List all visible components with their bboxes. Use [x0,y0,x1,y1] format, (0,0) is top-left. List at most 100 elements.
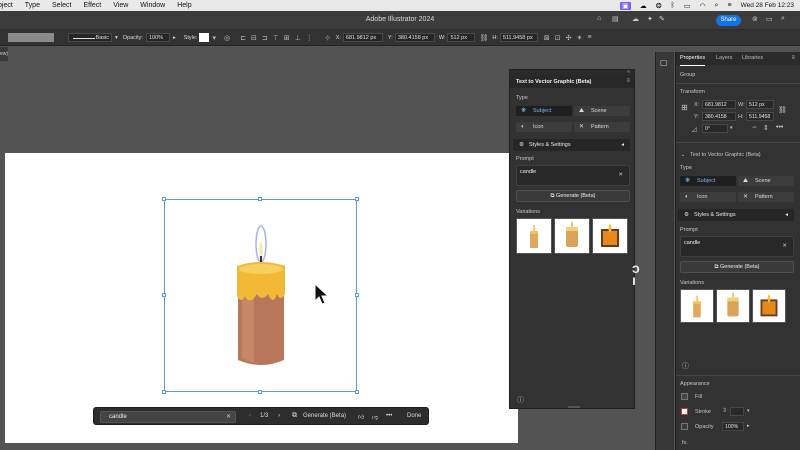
creative-cloud-icon[interactable]: ❂ [656,2,662,10]
type-scene-button[interactable]: ⛰ Scene [574,106,630,116]
minimize-icon[interactable]: ▭ [766,15,773,23]
isolate-icon[interactable]: ⊡ [555,34,561,42]
link-icon[interactable]: ⛓ [479,34,488,42]
link-proportions-icon[interactable]: ⛓ [778,106,787,114]
type-subject-button[interactable]: ❋ Subject [680,176,736,186]
fx-button[interactable]: fx. [682,440,688,446]
rotate-icon[interactable]: ◿ [692,126,697,133]
reference-point-icon[interactable]: ⊹ [325,34,331,42]
x-field[interactable]: 681.9812 [702,100,736,109]
styles-settings-toggle[interactable]: ⚙ Styles & Settings ◂ [678,209,794,221]
panel-resize-grip[interactable] [568,406,580,408]
stroke-dropdown-icon[interactable]: ▾ [747,408,750,414]
menu-view[interactable]: View [113,2,128,9]
generate-button[interactable]: ⧉ Generate (Beta) [680,261,794,273]
ai-icon[interactable]: ✶ [576,34,582,42]
variation-thumbnail-2[interactable] [554,218,590,254]
bluetooth-icon[interactable]: ᛒ [671,2,675,9]
variation-thumbnail-1[interactable] [516,218,552,254]
clear-icon[interactable]: ✕ [226,412,231,423]
menu-select[interactable]: Select [52,2,71,9]
info-icon[interactable]: ⓘ [517,395,524,405]
generate-button[interactable]: ⧉ Generate (Beta) [516,190,630,202]
stroke-stepper-icon[interactable]: ⇕ [722,407,727,414]
share-button[interactable]: Share [716,15,741,26]
stroke-swatch[interactable] [681,408,688,415]
y-field[interactable]: 380.4158 px [394,33,435,42]
opacity-dropdown-icon[interactable]: ▸ [747,423,750,429]
variation-thumbnail-3[interactable] [752,289,786,323]
x-field[interactable]: 681.9812 px [342,33,383,42]
opacity-dropdown-icon[interactable]: ▸ [173,35,176,41]
discover-icon[interactable]: ✦ [647,15,653,23]
arrange-icon[interactable]: ▤ [612,15,619,23]
align-top-icon[interactable]: ⊤ [273,34,279,42]
stroke-profile-select[interactable]: Basic [68,33,112,42]
variation-thumbnail-2[interactable] [716,289,750,323]
prompt-textarea[interactable]: candle ✕ [680,236,794,257]
flip-vertical-icon[interactable]: ⇕ [763,124,769,132]
cloud-icon[interactable]: ☁ [640,2,647,10]
w-field[interactable]: 512 px [447,33,476,42]
clear-prompt-icon[interactable]: ✕ [618,172,623,178]
control-center-icon[interactable]: ≡ [728,2,732,9]
recolor-icon[interactable]: ◎ [224,34,230,42]
handle-bottom-right[interactable] [355,390,359,394]
collapse-panel-icon[interactable]: « [627,69,630,75]
more-controls-icon[interactable]: ✣ [566,34,572,42]
reference-point-icon[interactable]: ⊞ [681,103,688,112]
comments-icon[interactable]: ▢ [660,58,668,67]
prompt-input[interactable]: candle ✕ [100,411,236,423]
search-icon[interactable]: ⌕ [715,2,719,10]
type-pattern-button[interactable]: ✕ Pattern [738,192,794,202]
brush-icon[interactable]: ✎ [659,15,665,23]
rotate-dropdown-icon[interactable]: ▾ [730,125,733,131]
align-right-icon[interactable]: ⊐ [262,34,268,42]
tab-properties[interactable]: Properties [680,52,706,66]
handle-left[interactable] [162,293,166,297]
handle-top[interactable] [258,197,262,201]
done-button[interactable]: Done [407,413,421,419]
menu-type[interactable]: Type [25,2,40,9]
cloud-doc-icon[interactable]: ☁ [632,15,639,23]
tab-layers[interactable]: Layers [716,52,733,65]
handle-right[interactable] [355,293,359,297]
fill-swatch[interactable] [681,393,688,400]
stroke-weight-field[interactable] [730,407,744,416]
menu-window[interactable]: Window [140,2,165,9]
align-center-icon[interactable]: ⊟ [251,34,257,42]
search-app-icon[interactable]: ⌕ [781,15,785,23]
panel-title[interactable]: Text to Vector Graphic (Beta) [510,76,634,88]
type-icon-button[interactable]: ◐ Icon [516,122,572,132]
more-options-icon[interactable]: ••• [386,413,392,419]
menu-help[interactable]: Help [177,2,191,9]
fill-swatch[interactable] [8,33,54,42]
type-pattern-button[interactable]: ✕ Pattern [574,122,630,132]
menubar-clock[interactable]: Wed 28 Feb 12:23 [741,2,794,9]
panel-menu-icon[interactable]: ≡ [791,52,795,65]
styles-settings-toggle[interactable]: ⚙ Styles & Settings ◂ [513,139,630,151]
tab-libraries[interactable]: Libraries [742,52,763,65]
wifi-icon[interactable]: ◠ [700,2,706,10]
clear-prompt-icon[interactable]: ✕ [782,243,787,249]
info-icon[interactable]: ⓘ [682,361,689,371]
stroke-dropdown-icon[interactable]: ▾ [115,35,118,41]
panel-menu-icon[interactable]: ≡ [587,34,591,41]
y-field[interactable]: 380.4158 [702,112,736,121]
flip-horizontal-icon[interactable]: ⇔ [751,124,758,131]
handle-bottom[interactable] [258,390,262,394]
rotate-field[interactable]: 0° [702,124,728,133]
align-bottom-icon[interactable]: ⊥ [295,34,301,42]
thumbs-down-icon[interactable]: 👎︎ [372,413,378,421]
type-scene-button[interactable]: ⛰ Scene [738,176,794,186]
menu-object[interactable]: bject [0,2,13,9]
type-subject-button[interactable]: ❋ Subject [516,106,572,116]
style-swatch[interactable] [199,33,210,42]
handle-top-left[interactable] [162,197,166,201]
style-dropdown-icon[interactable]: ▾ [212,34,216,42]
align-left-icon[interactable]: ⊏ [240,34,246,42]
ttv-collapse-icon[interactable]: ⌄ [681,152,685,158]
more-options-icon[interactable]: ••• [776,124,783,131]
variation-thumbnail-3[interactable] [592,218,628,254]
next-variation-icon[interactable]: › [278,413,280,419]
